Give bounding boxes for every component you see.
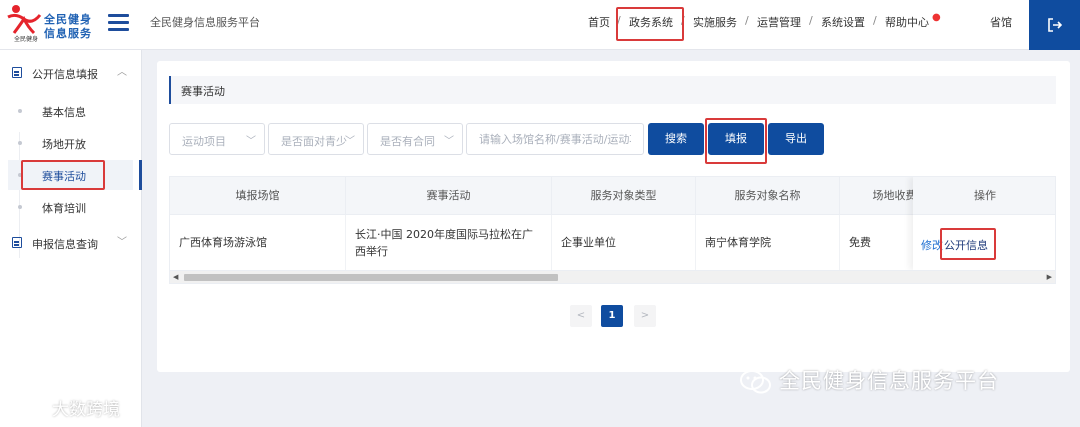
sidebar-item-basic-info[interactable]: 基本信息 bbox=[8, 96, 133, 126]
publish-info-link[interactable]: 公开信息 bbox=[944, 237, 988, 253]
column-header: 服务对象名称 bbox=[696, 177, 840, 215]
prev-page-button[interactable]: < bbox=[570, 305, 592, 327]
nav-system-settings[interactable]: 系统设置 bbox=[821, 14, 865, 30]
logo-line2: 信息服务 bbox=[44, 27, 92, 40]
sidebar-item-label: 基本信息 bbox=[42, 106, 86, 119]
chevron-down-icon: ﹀ bbox=[444, 136, 454, 147]
sidebar-item-events[interactable]: 赛事活动 bbox=[8, 160, 142, 190]
actions-column: 操作 修改 公开信息 bbox=[913, 177, 1055, 270]
cell-event: 长江·中国 2020年度国际马拉松在广西举行 bbox=[346, 215, 552, 270]
sidebar-group-label: 申报信息查询 bbox=[32, 238, 98, 251]
chevron-down-icon: ﹀ bbox=[117, 237, 127, 248]
nav-separator: / bbox=[681, 14, 685, 27]
face-to-face-select[interactable]: 是否面对青少 ﹀ bbox=[268, 123, 364, 155]
next-page-button[interactable]: > bbox=[634, 305, 656, 327]
chevron-down-icon: ﹀ bbox=[246, 136, 256, 147]
pagination: < 1 > bbox=[570, 305, 660, 327]
section-title: 赛事活动 bbox=[181, 85, 225, 98]
sidebar-item-label: 场地开放 bbox=[42, 138, 86, 151]
search-button[interactable]: 搜索 bbox=[648, 123, 704, 155]
document-icon bbox=[12, 67, 22, 78]
column-header: 操作 bbox=[913, 177, 1055, 215]
nav-separator: / bbox=[809, 14, 813, 27]
nav-government-system[interactable]: 政务系统 bbox=[629, 14, 673, 30]
edit-link[interactable]: 修改 bbox=[921, 237, 943, 253]
nav-separator: / bbox=[873, 14, 877, 27]
scroll-right-icon[interactable]: ▶ bbox=[1047, 271, 1052, 283]
select-placeholder: 是否面对青少 bbox=[281, 135, 347, 148]
nav-implementation-service[interactable]: 实施服务 bbox=[693, 14, 737, 30]
sidebar-item-label: 体育培训 bbox=[42, 202, 86, 215]
scroll-thumb[interactable] bbox=[184, 274, 558, 281]
select-placeholder: 运动项目 bbox=[182, 135, 226, 148]
menu-toggle-icon[interactable] bbox=[107, 12, 131, 34]
main-card: 赛事活动 运动项目 ﹀ 是否面对青少 ﹀ 是否有合同 ﹀ 搜索 填报 导出 填报… bbox=[157, 61, 1070, 372]
logout-button[interactable] bbox=[1029, 0, 1080, 50]
sidebar-group-public-info[interactable]: 公开信息填报 ︿ bbox=[0, 56, 142, 90]
logo-sub: 全民健身 bbox=[14, 36, 39, 43]
export-button[interactable]: 导出 bbox=[768, 123, 824, 155]
sidebar-group-declaration-query[interactable]: 申报信息查询 ﹀ bbox=[0, 226, 142, 260]
cell-service-type: 企事业单位 bbox=[552, 215, 696, 270]
events-table: 填报场馆 赛事活动 服务对象类型 服务对象名称 场地收费 广西体育场游泳馆 长江… bbox=[169, 176, 1056, 272]
search-input[interactable] bbox=[466, 123, 644, 155]
user-name[interactable]: 省馆 bbox=[990, 14, 1012, 30]
scroll-left-icon[interactable]: ◀ bbox=[173, 271, 178, 283]
column-header: 填报场馆 bbox=[170, 177, 346, 215]
nav-separator: / bbox=[745, 14, 749, 27]
chevron-up-icon: ︿ bbox=[117, 67, 127, 78]
document-icon bbox=[12, 237, 22, 248]
sidebar: 公开信息填报 ︿ 基本信息 场地开放 赛事活动 体育培训 申报信息查询 ﹀ bbox=[0, 50, 142, 427]
nav-separator: / bbox=[617, 14, 621, 27]
fill-report-button[interactable]: 填报 bbox=[708, 123, 764, 155]
app-logo[interactable]: 全民健身 信息服务 全民健身 bbox=[6, 3, 102, 47]
column-header: 赛事活动 bbox=[346, 177, 552, 215]
nav-home[interactable]: 首页 bbox=[588, 14, 610, 30]
sidebar-group-label: 公开信息填报 bbox=[32, 68, 98, 81]
cell-service-name: 南宁体育学院 bbox=[696, 215, 840, 270]
nav-operations-management[interactable]: 运营管理 bbox=[757, 14, 801, 30]
sidebar-item-label: 赛事活动 bbox=[42, 170, 86, 183]
column-header: 服务对象类型 bbox=[552, 177, 696, 215]
activity-type-select[interactable]: 运动项目 ﹀ bbox=[169, 123, 265, 155]
has-contract-select[interactable]: 是否有合同 ﹀ bbox=[367, 123, 463, 155]
nav-help-center[interactable]: 帮助中心 bbox=[885, 14, 929, 30]
chevron-down-icon: ﹀ bbox=[345, 136, 355, 147]
sidebar-item-venue-open[interactable]: 场地开放 bbox=[8, 128, 133, 158]
page-1-button[interactable]: 1 bbox=[601, 305, 623, 327]
horizontal-scrollbar[interactable]: ◀ ▶ bbox=[169, 270, 1056, 284]
logout-icon bbox=[1048, 18, 1062, 32]
select-placeholder: 是否有合同 bbox=[380, 135, 435, 148]
watermark-text: 全民健身信息服务平台 bbox=[779, 369, 999, 393]
sidebar-item-sports-training[interactable]: 体育培训 bbox=[8, 192, 133, 222]
brand-logo-icon bbox=[11, 395, 47, 413]
top-bar: 全民健身 信息服务 全民健身 全民健身信息服务平台 首页 / 政务系统 / 实施… bbox=[0, 0, 1080, 50]
help-notification-dot: ● bbox=[932, 12, 941, 23]
watermark-text: 大数跨境 bbox=[52, 400, 120, 420]
filter-bar: 运动项目 ﹀ 是否面对青少 ﹀ 是否有合同 ﹀ 搜索 填报 导出 bbox=[169, 123, 1056, 157]
section-header: 赛事活动 bbox=[169, 76, 1056, 104]
cell-venue: 广西体育场游泳馆 bbox=[170, 215, 346, 270]
platform-title: 全民健身信息服务平台 bbox=[150, 16, 260, 29]
wechat-icon bbox=[740, 370, 771, 394]
